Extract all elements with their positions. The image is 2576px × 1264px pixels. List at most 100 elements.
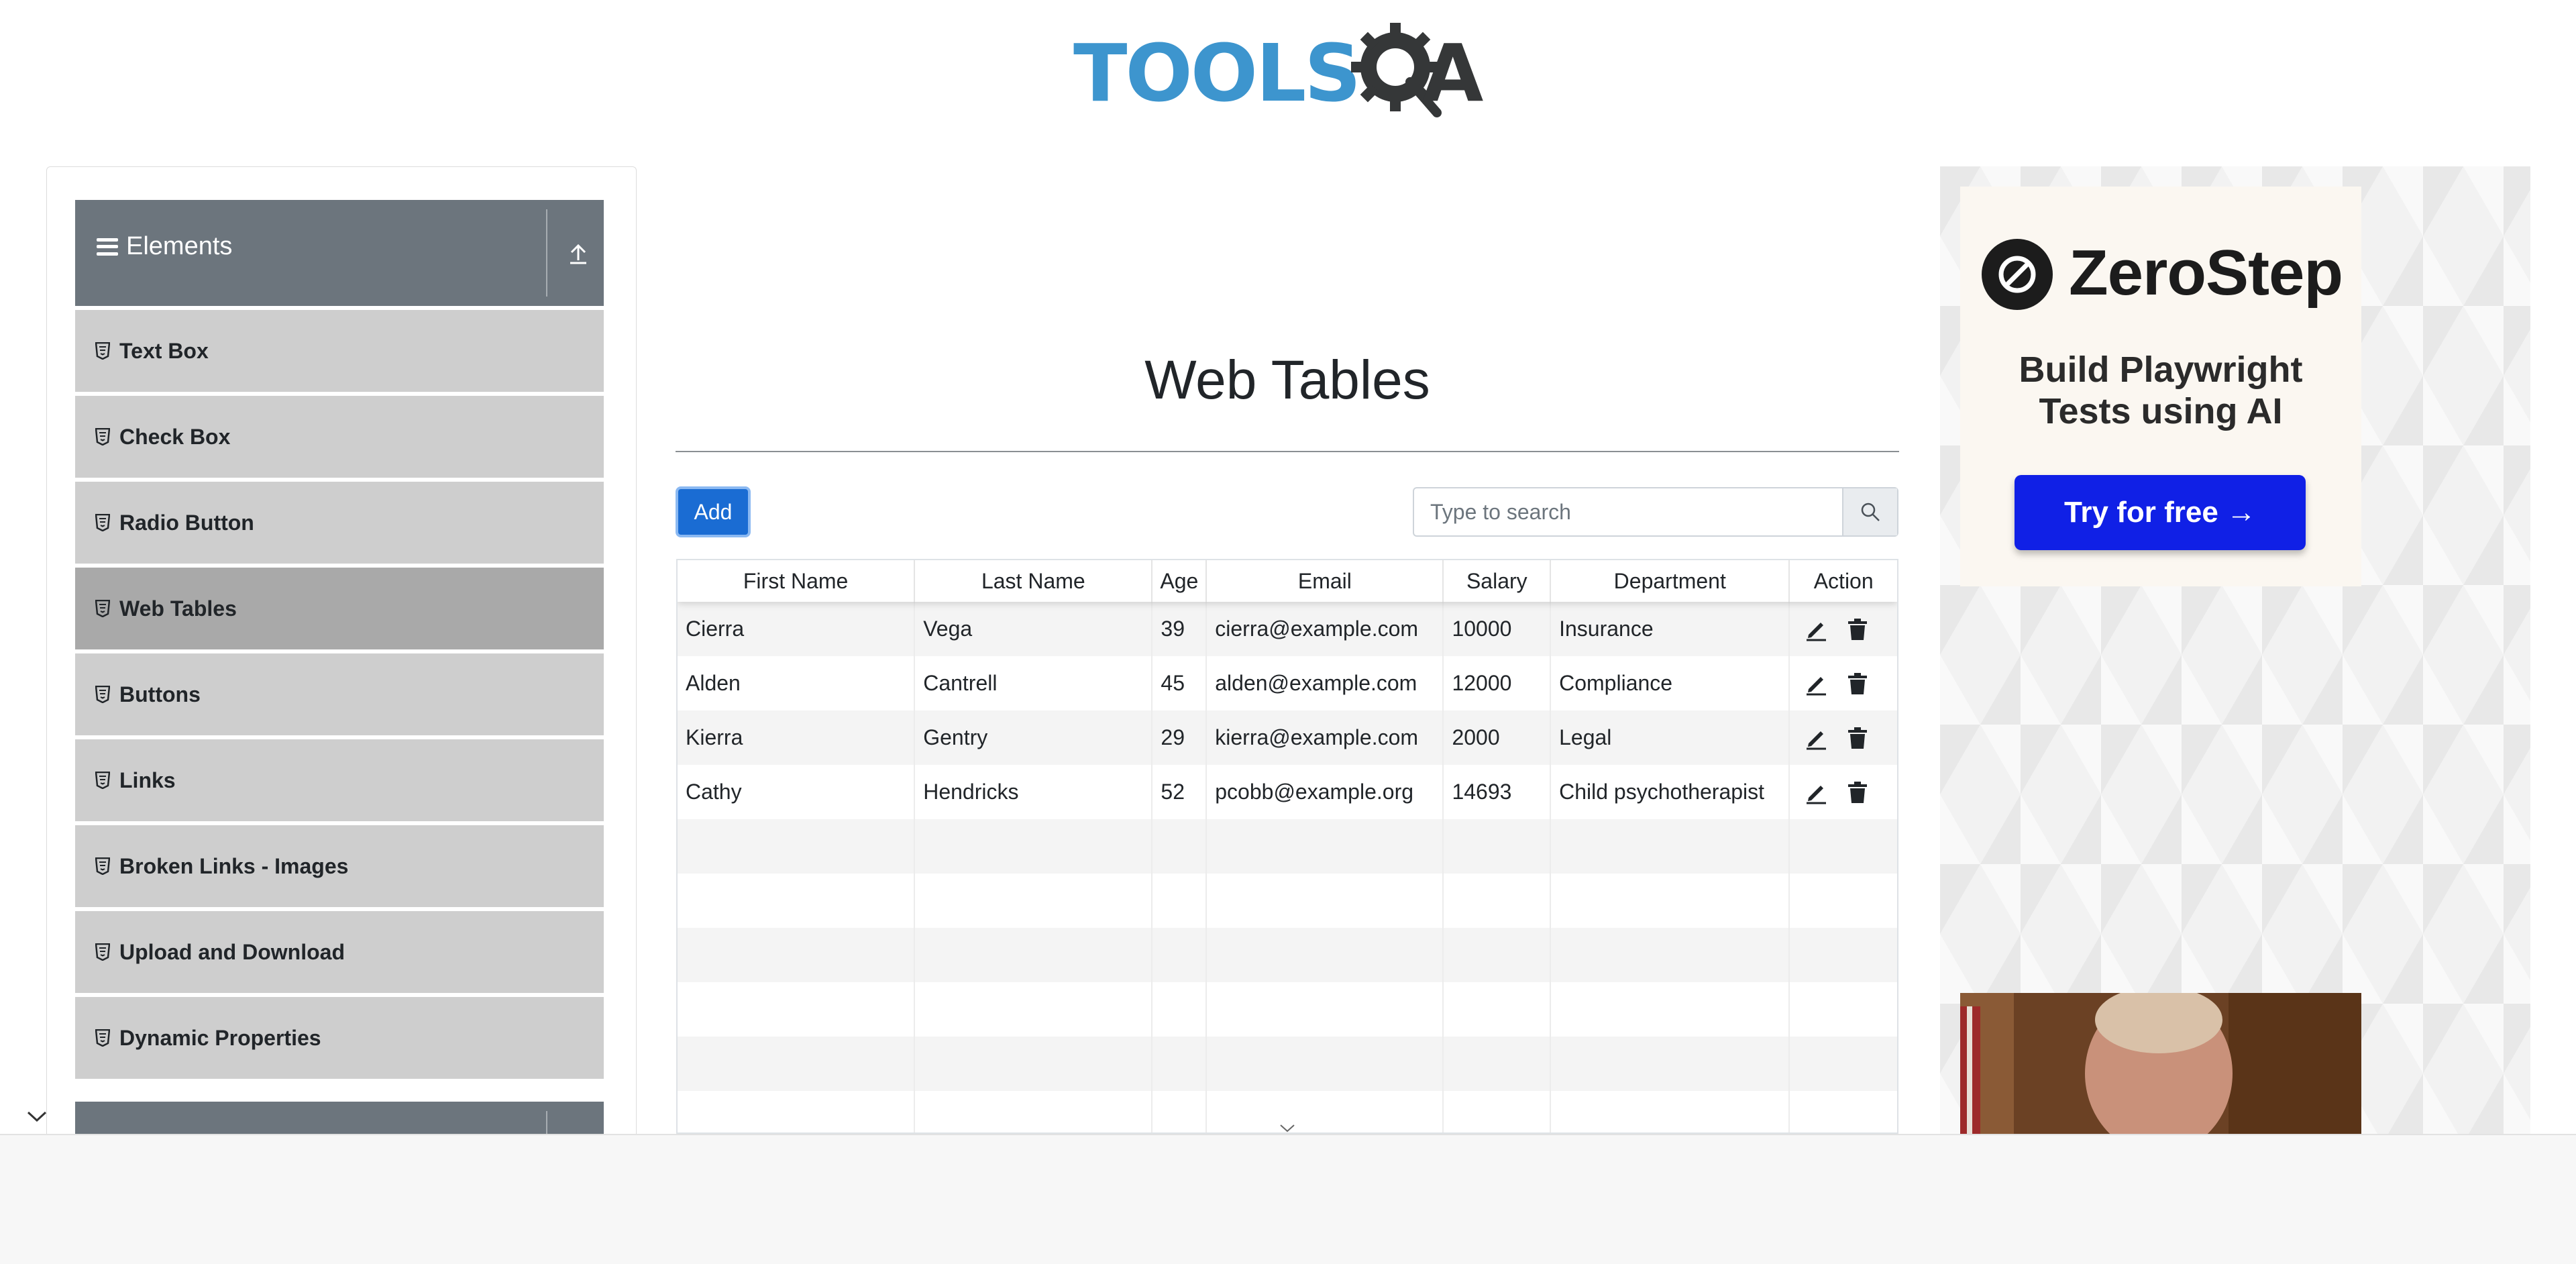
column-header-first-name[interactable]: First Name (678, 560, 916, 602)
header-divider (546, 209, 547, 297)
cell-salary (1444, 928, 1552, 982)
cell-first-name (678, 1037, 916, 1091)
cell-salary (1444, 819, 1552, 874)
cell-salary (1444, 874, 1552, 928)
search-input[interactable] (1414, 488, 1842, 535)
cell-department: Child psychotherapist (1551, 765, 1790, 819)
column-header-email[interactable]: Email (1207, 560, 1444, 602)
cell-age (1152, 819, 1208, 874)
column-header-last-name[interactable]: Last Name (915, 560, 1153, 602)
cell-email (1207, 819, 1444, 874)
sidebar-item-label: Dynamic Properties (119, 1025, 321, 1050)
portrait-image (1960, 993, 2361, 1134)
table-row: Alden Cantrell 45 alden@example.com 12000 Com… (678, 656, 1897, 710)
cell-department (1551, 1037, 1790, 1091)
add-button[interactable]: Add (676, 486, 751, 537)
logo-text-tools: TOOLS (1073, 27, 1361, 119)
cell-salary (1444, 1091, 1552, 1133)
column-header-action: Action (1813, 569, 1874, 593)
sidebar-item-text-box[interactable]: Text Box (75, 310, 604, 392)
search-box (1413, 487, 1898, 537)
html-shield-icon (95, 514, 110, 531)
cell-action (1790, 765, 1897, 819)
delete-icon[interactable] (1847, 672, 1868, 696)
bottom-bar (0, 1134, 2576, 1264)
cell-department: Insurance (1551, 602, 1790, 656)
cell-first-name: Kierra (678, 710, 916, 765)
column-header-salary[interactable]: Salary (1444, 560, 1552, 602)
sidebar-item-dynamic-properties[interactable]: Dynamic Properties (75, 997, 604, 1079)
sidebar-item-web-tables[interactable]: Web Tables (75, 568, 604, 649)
collapse-up-icon[interactable] (565, 240, 592, 267)
column-header-department[interactable]: Department (1551, 560, 1790, 602)
group-title-label: Elements (126, 232, 233, 260)
sidebar-item-links[interactable]: Links (75, 739, 604, 821)
cell-salary: 14693 (1444, 765, 1552, 819)
sidebar-group-next[interactable] (75, 1102, 604, 1134)
sidebar-group-elements[interactable]: Elements (75, 200, 604, 306)
sidebar-item-check-box[interactable]: Check Box (75, 396, 604, 478)
ad-photo[interactable] (1960, 993, 2361, 1134)
table-header: First Name Last Name Age Email Salary De… (678, 560, 1897, 602)
cell-action (1790, 982, 1897, 1037)
ad-cta-button[interactable]: Try for free → (2015, 475, 2306, 550)
column-header-age[interactable]: Age (1152, 560, 1208, 602)
ad-brand: ZeroStep (2069, 237, 2343, 309)
sidebar-item-label: Text Box (119, 338, 209, 363)
cell-first-name (678, 874, 916, 928)
cell-action (1790, 819, 1897, 874)
sidebar-item-buttons[interactable]: Buttons (75, 653, 604, 735)
table-row: Cathy Hendricks 52 pcobb@example.org 14693 Ch… (678, 765, 1897, 819)
chevron-down-icon[interactable] (13, 1100, 60, 1134)
html-shield-icon (95, 428, 110, 445)
cell-email (1207, 874, 1444, 928)
edit-icon[interactable] (1805, 780, 1827, 804)
cell-action (1790, 1091, 1897, 1133)
header-divider (546, 1111, 547, 1134)
cell-department (1551, 874, 1790, 928)
cell-age: 45 (1152, 656, 1208, 710)
cell-age: 52 (1152, 765, 1208, 819)
cell-action (1790, 874, 1897, 928)
sidebar-item-upload-download[interactable]: Upload and Download (75, 911, 604, 993)
cell-department (1551, 819, 1790, 874)
table-row (678, 1037, 1897, 1091)
table-row (678, 819, 1897, 874)
edit-icon[interactable] (1805, 617, 1827, 641)
cell-last-name: Hendricks (915, 765, 1153, 819)
cell-salary: 2000 (1444, 710, 1552, 765)
cell-salary (1444, 982, 1552, 1037)
cell-first-name: Cierra (678, 602, 916, 656)
delete-icon[interactable] (1847, 780, 1868, 804)
sidebar-item-broken-links[interactable]: Broken Links - Images (75, 825, 604, 907)
cell-first-name (678, 982, 916, 1037)
sidebar-item-label: Radio Button (119, 510, 254, 535)
cell-department: Compliance (1551, 656, 1790, 710)
delete-icon[interactable] (1847, 617, 1868, 641)
html-shield-icon (95, 686, 110, 703)
html-shield-icon (95, 1029, 110, 1047)
sidebar-item-radio-button[interactable]: Radio Button (75, 482, 604, 564)
group-title: Elements (97, 232, 232, 261)
search-button[interactable] (1842, 488, 1897, 535)
ad-tagline-line2: Tests using AI (2039, 391, 2283, 431)
search-icon (1861, 503, 1880, 521)
toolsqa-logo[interactable]: TOOLS A (1073, 20, 1509, 121)
cell-first-name (678, 928, 916, 982)
table-row (678, 928, 1897, 982)
hamburger-icon (97, 238, 118, 256)
delete-icon[interactable] (1847, 726, 1868, 750)
cell-first-name: Alden (678, 656, 916, 710)
chevron-down-icon[interactable] (1277, 1122, 1297, 1135)
cell-age (1152, 1037, 1208, 1091)
edit-icon[interactable] (1805, 726, 1827, 750)
cell-last-name (915, 819, 1153, 874)
cell-action (1790, 1037, 1897, 1091)
cell-last-name (915, 1091, 1153, 1133)
ad-tagline: Build Playwright Tests using AI (1960, 349, 2361, 432)
title-divider (676, 451, 1899, 452)
table-row (678, 982, 1897, 1037)
cell-last-name (915, 1037, 1153, 1091)
edit-icon[interactable] (1805, 672, 1827, 696)
cell-action (1790, 602, 1897, 656)
